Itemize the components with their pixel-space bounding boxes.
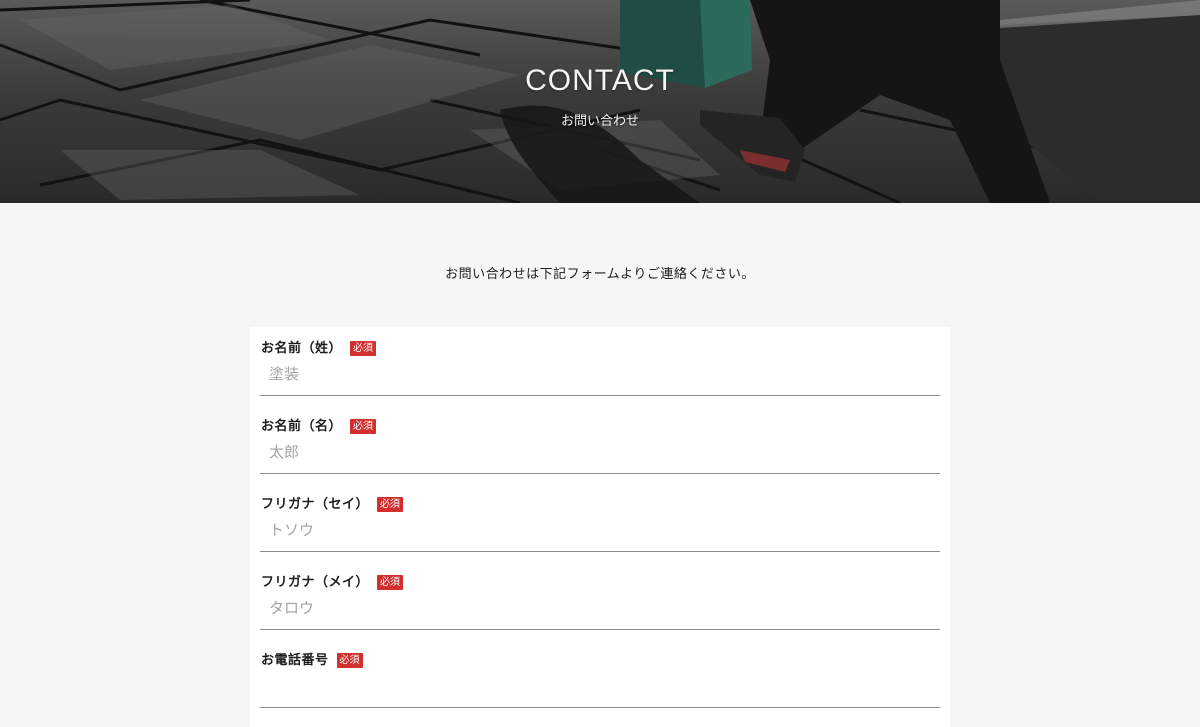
first-name-kana-input[interactable] bbox=[260, 593, 940, 623]
first-name-input[interactable] bbox=[260, 437, 940, 467]
first-name-field: お名前（名） 必須 bbox=[260, 405, 940, 474]
last-name-label: お名前（姓） bbox=[261, 340, 343, 356]
page-title: CONTACT bbox=[525, 64, 675, 97]
page-subtitle: お問い合わせ bbox=[560, 114, 639, 129]
required-badge: 必須 bbox=[377, 496, 404, 512]
field-label-row: お名前（名） 必須 bbox=[261, 414, 377, 434]
required-badge: 必須 bbox=[350, 340, 377, 356]
intro-text: お問い合わせは下記フォームよりご連絡ください。 bbox=[445, 267, 755, 282]
required-badge: 必須 bbox=[350, 418, 377, 434]
phone-label: お電話番号 bbox=[261, 652, 329, 668]
field-label-row: お名前（姓） 必須 bbox=[261, 336, 377, 356]
first-name-kana-field: フリガナ（メイ） 必須 bbox=[260, 561, 940, 630]
first-name-label: お名前（名） bbox=[261, 418, 343, 434]
last-name-field: お名前（姓） 必須 bbox=[260, 327, 940, 396]
hero-banner: CONTACT お問い合わせ bbox=[0, 0, 1200, 203]
required-badge: 必須 bbox=[336, 652, 363, 668]
phone-field: お電話番号 必須 bbox=[260, 639, 940, 708]
field-label-row: お電話番号 必須 bbox=[261, 648, 363, 668]
last-name-kana-input[interactable] bbox=[260, 515, 940, 545]
required-badge: 必須 bbox=[377, 574, 404, 590]
last-name-kana-field: フリガナ（セイ） 必須 bbox=[260, 483, 940, 552]
last-name-input[interactable] bbox=[260, 359, 940, 389]
last-name-kana-label: フリガナ（セイ） bbox=[261, 496, 370, 512]
field-label-row: フリガナ（メイ） 必須 bbox=[261, 570, 404, 590]
first-name-kana-label: フリガナ（メイ） bbox=[261, 574, 370, 590]
field-label-row: フリガナ（セイ） 必須 bbox=[261, 492, 404, 512]
phone-input[interactable] bbox=[260, 671, 940, 701]
hero-roof-photo bbox=[0, 0, 1200, 203]
contact-form: お名前（姓） 必須 お名前（名） 必須 フリガナ（セイ） 必須 フリガナ（メイ）… bbox=[250, 327, 950, 727]
